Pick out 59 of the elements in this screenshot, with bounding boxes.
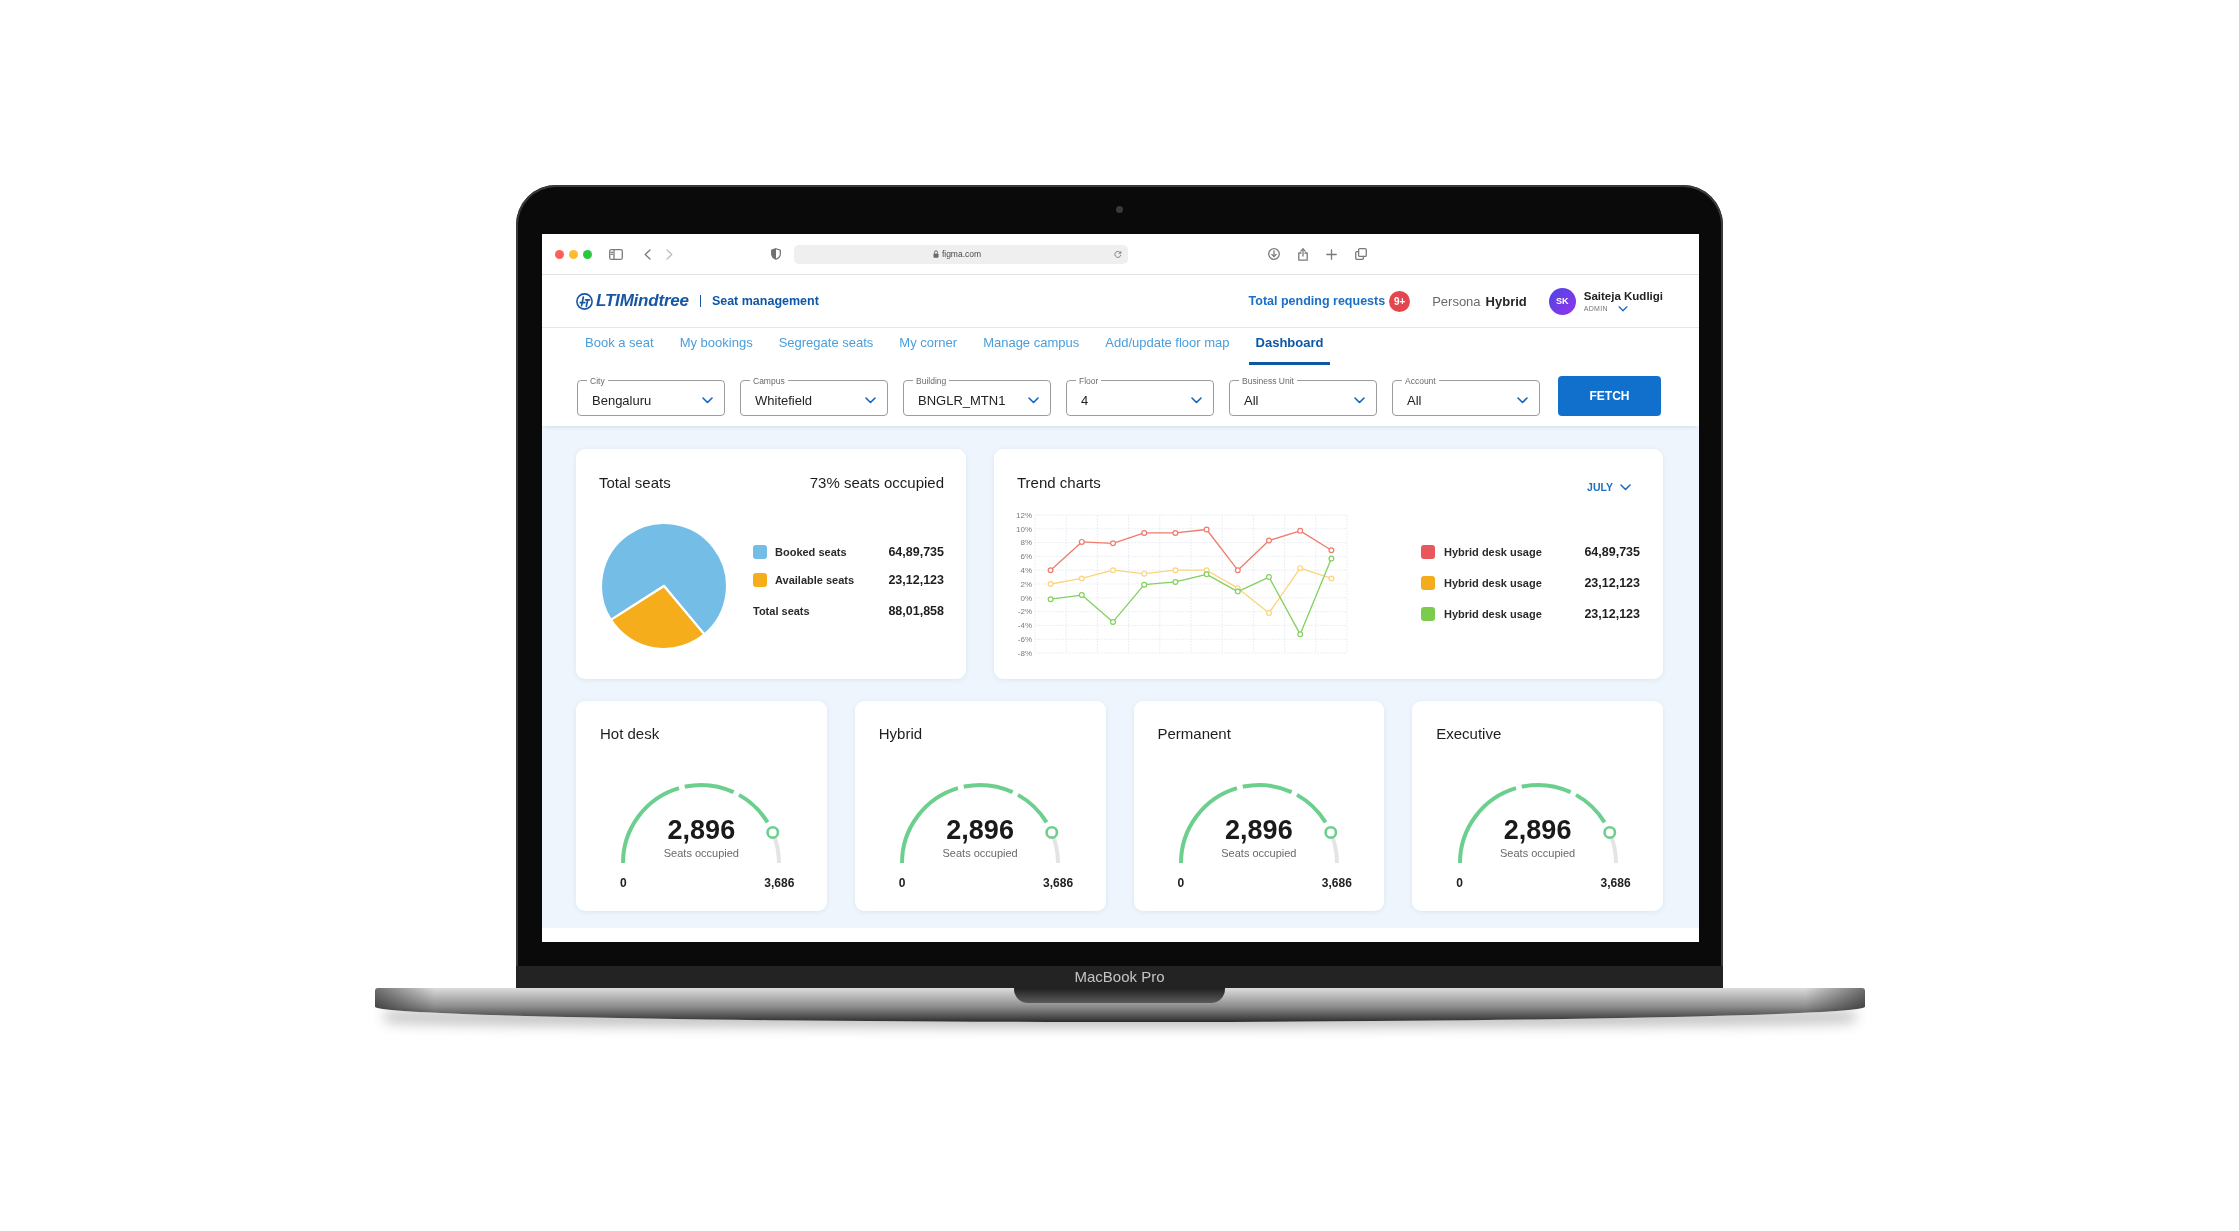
- legend-value: 23,12,123: [888, 573, 944, 587]
- brand-name: LTIMindtree: [596, 291, 689, 311]
- card-title: Executive: [1436, 724, 1502, 744]
- gauge-caption: Seats occupied: [663, 846, 739, 860]
- gauge-max-label: 3,686: [1320, 875, 1353, 891]
- legend-value: 64,89,735: [888, 545, 944, 559]
- gauge-caption: Seats occupied: [942, 846, 1018, 860]
- device-label: MacBook Pro: [1074, 968, 1165, 986]
- axis-tick-label: 12%: [1016, 510, 1032, 520]
- axis-tick-label: -4%: [1017, 621, 1032, 631]
- gauge-min-label: 0: [1455, 875, 1464, 891]
- legend-label: Hybrid desk usage: [1444, 545, 1542, 558]
- gauge-max-label: 3,686: [763, 875, 796, 891]
- gauge-value: 2,896: [946, 815, 1014, 845]
- gauge-max-label: 3,686: [1042, 875, 1075, 891]
- card-title: Total seats: [599, 473, 671, 491]
- legend-label: Booked seats: [775, 546, 847, 558]
- gauge-caption: Seats occupied: [1221, 846, 1297, 860]
- axis-tick-label: -2%: [1017, 607, 1032, 617]
- field-label: Business Unit: [1241, 375, 1295, 386]
- legend-label: Available seats: [775, 574, 855, 586]
- field-label: Account: [1404, 375, 1437, 386]
- axis-tick-label: -8%: [1017, 648, 1032, 658]
- axis-tick-label: 4%: [1020, 566, 1032, 575]
- user-name: Saiteja Kudligi: [1583, 289, 1663, 303]
- count-badge: 9+: [1389, 290, 1411, 312]
- axis-tick-label: 8%: [1020, 538, 1032, 548]
- axis-tick-label: -6%: [1017, 635, 1032, 644]
- persona-value: Hybrid: [1485, 293, 1527, 309]
- gauge-caption: Seats occupied: [1500, 846, 1576, 860]
- occupancy-summary: 73% seats occupied: [809, 473, 944, 491]
- gauge-value: 2,896: [667, 815, 736, 845]
- legend-label: Hybrid desk usage: [1444, 576, 1542, 589]
- gauge-value: 2,896: [1225, 815, 1293, 845]
- legend-value: 23,12,123: [1584, 575, 1640, 590]
- field-label: Building: [915, 375, 948, 386]
- total-value: 88,01,858: [888, 604, 944, 618]
- legend-label: Hybrid desk usage: [1444, 607, 1542, 620]
- persona-label: Persona: [1432, 293, 1481, 309]
- field-label: Floor: [1078, 375, 1100, 386]
- gauge-min-label: 0: [619, 875, 628, 891]
- axis-tick-label: 10%: [1016, 524, 1032, 534]
- legend-value: 23,12,123: [1584, 606, 1640, 621]
- gauge-max-label: 3,686: [1599, 875, 1632, 891]
- axis-tick-label: 2%: [1020, 579, 1032, 589]
- app-title: Seat management: [711, 294, 819, 308]
- card-title: Hybrid: [878, 724, 923, 744]
- axis-tick-label: 6%: [1020, 552, 1032, 562]
- gauge-min-label: 0: [897, 875, 907, 891]
- gauge-value: 2,896: [1503, 815, 1572, 845]
- card-title: Hot desk: [600, 724, 660, 744]
- field-label: Campus: [752, 375, 786, 386]
- total-label: Total seats: [753, 605, 810, 617]
- field-label: City: [589, 375, 606, 386]
- legend-value: 64,89,735: [1584, 544, 1640, 559]
- gauge-min-label: 0: [1176, 875, 1186, 891]
- axis-tick-label: 0%: [1020, 593, 1032, 603]
- card-title: Permanent: [1157, 724, 1231, 744]
- card-title: Trend charts: [1017, 473, 1101, 491]
